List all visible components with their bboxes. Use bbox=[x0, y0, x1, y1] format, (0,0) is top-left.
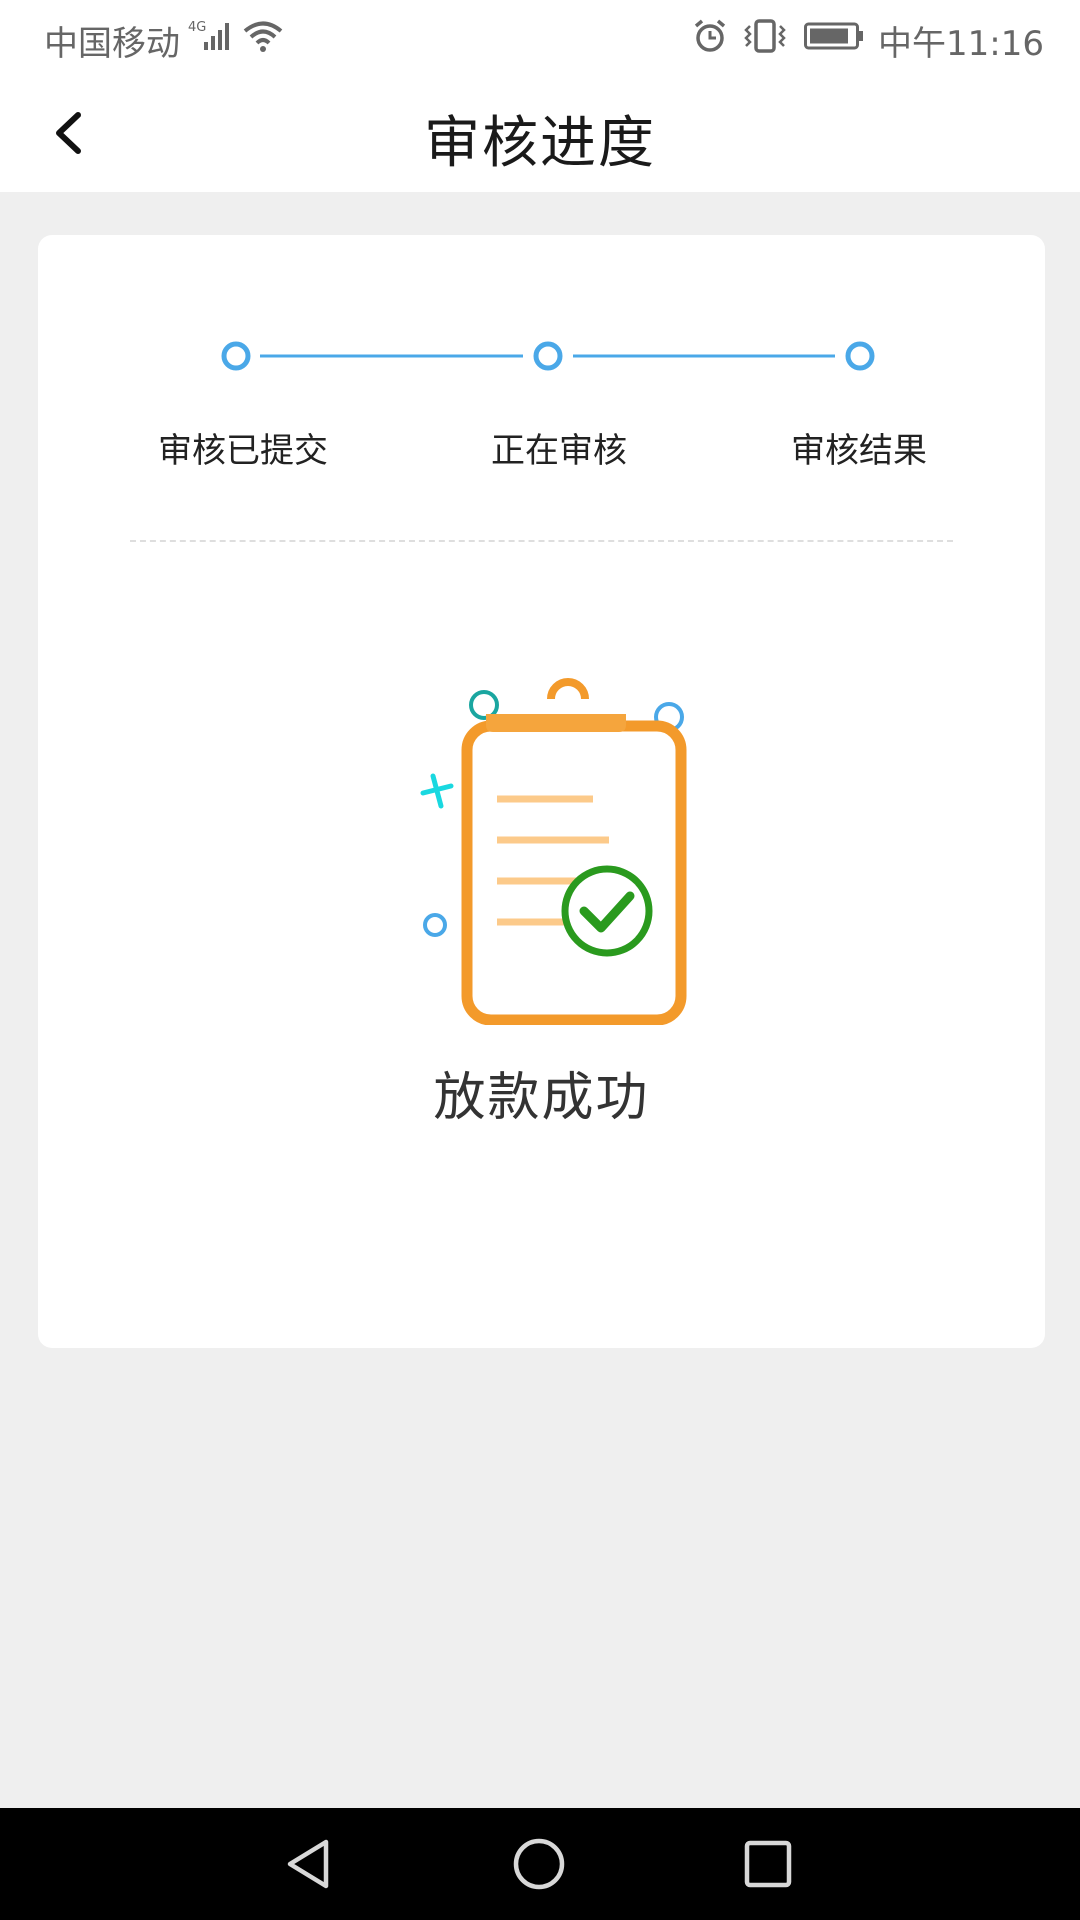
stepper-track bbox=[221, 341, 875, 371]
battery-icon bbox=[804, 18, 864, 63]
nav-home-button[interactable] bbox=[509, 1834, 569, 1894]
title-bar: 审核进度 bbox=[0, 76, 1080, 192]
status-left: 中国移动 4G bbox=[44, 16, 284, 65]
signal-icon: 4G bbox=[188, 18, 234, 63]
result-status-text: 放款成功 bbox=[433, 1068, 650, 1128]
progress-stepper: 审核已提交 正在审核 审核结果 bbox=[38, 235, 1045, 471]
page-title: 审核进度 bbox=[424, 111, 656, 176]
step-dot-2 bbox=[533, 341, 563, 371]
step-label-reviewing: 正在审核 bbox=[491, 431, 627, 471]
progress-card: 审核已提交 正在审核 审核结果 放款成功 bbox=[38, 235, 1045, 1348]
network-type: 4G bbox=[188, 20, 206, 35]
back-triangle-icon bbox=[287, 1839, 329, 1889]
step-dot-3 bbox=[845, 341, 875, 371]
nav-recents-button[interactable] bbox=[738, 1834, 798, 1894]
recents-square-icon bbox=[744, 1840, 792, 1888]
clock: 中午11:16 bbox=[878, 24, 1044, 64]
dashed-divider bbox=[130, 540, 953, 542]
home-circle-icon bbox=[513, 1838, 565, 1890]
vibrate-icon bbox=[742, 18, 788, 63]
carrier-name: 中国移动 bbox=[44, 24, 180, 64]
status-bar: 中国移动 4G 中午11:16 bbox=[0, 0, 1080, 76]
step-label-result: 审核结果 bbox=[791, 431, 927, 471]
step-label-submitted: 审核已提交 bbox=[158, 431, 328, 471]
system-nav-bar bbox=[0, 1808, 1080, 1920]
screen: 中国移动 4G 中午11:16 审核进度 审核已提交 正在审核 审核结果 放款成… bbox=[0, 0, 1080, 1920]
alarm-icon bbox=[692, 18, 728, 63]
status-right: 中午11:16 bbox=[692, 16, 1044, 65]
step-dot-1 bbox=[221, 341, 251, 371]
clipboard-check-icon bbox=[378, 645, 708, 1029]
nav-back-button[interactable] bbox=[280, 1834, 340, 1894]
wifi-icon bbox=[242, 18, 284, 63]
